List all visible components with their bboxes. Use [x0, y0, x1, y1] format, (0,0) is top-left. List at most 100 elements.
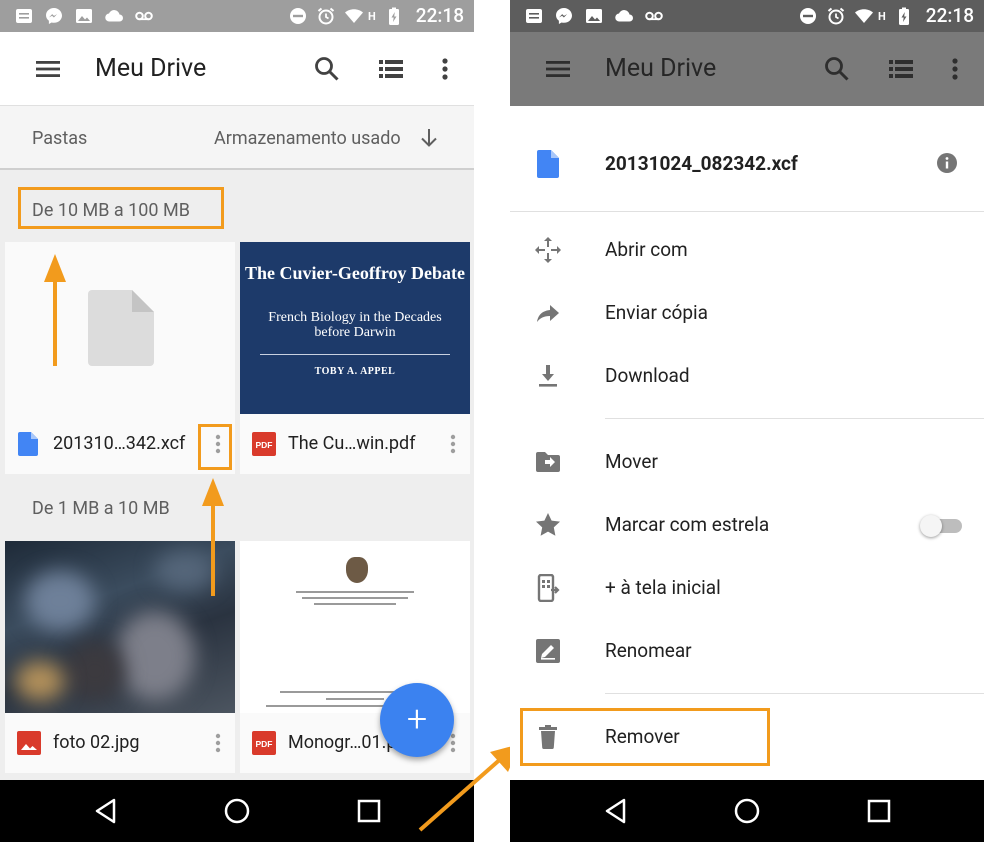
- alarm-icon: [317, 7, 335, 25]
- status-bar: H 22:18: [0, 0, 474, 32]
- list-view-icon[interactable]: [887, 55, 915, 83]
- book-title: The Cuvier-Geoffroy Debate: [245, 263, 465, 283]
- pdf-icon: PDF: [252, 731, 276, 755]
- book-author: TOBY A. APPEL: [314, 366, 396, 377]
- generic-file-icon: [88, 290, 154, 366]
- svg-text:PDF: PDF: [256, 739, 273, 749]
- sheet-header: 20131024_082342.xcf: [510, 106, 984, 212]
- menu-item-star[interactable]: Marcar com estrela: [510, 494, 984, 556]
- network-indicator: H: [878, 9, 886, 23]
- highlight-box: [198, 424, 232, 470]
- recents-icon[interactable]: [355, 797, 383, 825]
- menu-item-label: Renomear: [605, 639, 692, 662]
- sort-by-label[interactable]: Armazenamento usado: [214, 128, 401, 149]
- move-to-folder-icon: [536, 452, 560, 472]
- file-icon: [537, 150, 559, 178]
- do-not-disturb-icon: [290, 8, 306, 24]
- rename-icon: [536, 639, 560, 663]
- battery-charging-icon: [898, 7, 909, 25]
- more-vert-icon[interactable]: [205, 729, 231, 757]
- menu-item-label: Marcar com estrela: [605, 513, 770, 536]
- menu-icon[interactable]: [34, 55, 62, 83]
- page-title: Meu Drive: [605, 54, 717, 83]
- menu-item-add-to-home[interactable]: + à tela inicial: [510, 557, 984, 619]
- up-arrow-annotation: [202, 478, 224, 596]
- menu-item-label: Enviar cópia: [605, 301, 709, 324]
- clock: 22:18: [925, 4, 974, 27]
- messenger-icon: [556, 8, 572, 24]
- file-icon: [18, 432, 38, 456]
- menu-item-rename[interactable]: Renomear: [510, 620, 984, 682]
- wifi-icon: [855, 9, 873, 23]
- search-icon[interactable]: [313, 55, 341, 83]
- right-screen: H 22:18 Meu Drive 20131024_082342.xcf Ab…: [510, 0, 984, 842]
- svg-text:PDF: PDF: [256, 440, 273, 450]
- connector-arrow-annotation: [418, 744, 520, 832]
- more-vert-icon[interactable]: [941, 55, 969, 83]
- seal-logo: [346, 557, 368, 583]
- star-toggle[interactable]: [920, 515, 962, 537]
- home-icon[interactable]: [733, 797, 761, 825]
- app-toolbar: Meu Drive: [0, 32, 474, 106]
- section-header: De 1 MB a 10 MB: [32, 498, 170, 519]
- up-arrow-annotation: [44, 254, 66, 366]
- menu-item-download[interactable]: Download: [510, 345, 984, 407]
- search-icon[interactable]: [823, 55, 851, 83]
- info-icon[interactable]: [936, 152, 958, 174]
- menu-icon[interactable]: [544, 55, 572, 83]
- home-icon[interactable]: [223, 797, 251, 825]
- more-vert-icon[interactable]: [431, 55, 459, 83]
- highlight-box: [18, 187, 224, 229]
- selected-file-name: 20131024_082342.xcf: [605, 152, 798, 175]
- recents-icon[interactable]: [865, 797, 893, 825]
- page-title: Meu Drive: [95, 54, 207, 83]
- file-card[interactable]: The Cuvier-Geoffroy Debate French Biolog…: [240, 242, 470, 474]
- more-vert-icon[interactable]: [440, 430, 466, 458]
- voicemail-icon: [135, 11, 153, 21]
- back-icon[interactable]: [602, 797, 630, 825]
- pdf-icon: PDF: [252, 432, 276, 456]
- file-caption: PDF The Cu…win.pdf: [240, 414, 470, 474]
- cloud-icon: [615, 10, 633, 22]
- share-icon: [537, 305, 559, 322]
- file-caption: foto 02.jpg: [5, 713, 235, 773]
- sort-folders-label[interactable]: Pastas: [32, 128, 87, 149]
- file-name: The Cu…win.pdf: [288, 433, 416, 454]
- add-to-home-icon: [537, 574, 560, 602]
- menu-item-move[interactable]: Mover: [510, 431, 984, 493]
- navigation-bar: [510, 780, 984, 842]
- book-cover-thumbnail: The Cuvier-Geoffroy Debate French Biolog…: [240, 242, 470, 414]
- file-name: 201310…342.xcf: [53, 433, 186, 454]
- do-not-disturb-icon: [800, 8, 816, 24]
- sort-bar: Pastas Armazenamento usado: [0, 106, 474, 170]
- notes-icon: [526, 9, 542, 23]
- back-icon[interactable]: [92, 797, 120, 825]
- book-subtitle: French Biology in the Decades before Dar…: [268, 310, 442, 340]
- divider: [605, 693, 984, 694]
- alarm-icon: [827, 7, 845, 25]
- notes-icon: [16, 9, 32, 23]
- messenger-icon: [46, 8, 62, 24]
- clock: 22:18: [415, 4, 464, 27]
- voicemail-icon: [645, 11, 663, 21]
- navigation-bar: [0, 780, 474, 842]
- book-divider: [260, 354, 450, 355]
- battery-charging-icon: [388, 7, 399, 25]
- download-icon: [539, 365, 557, 387]
- menu-item-send-copy[interactable]: Enviar cópia: [510, 282, 984, 344]
- open-with-icon: [535, 237, 561, 263]
- left-screen: H 22:18 Meu Drive Pastas Armazenamento u…: [0, 0, 474, 842]
- file-name: foto 02.jpg: [53, 732, 140, 753]
- image-file-icon: [17, 731, 41, 755]
- image-icon: [76, 9, 92, 23]
- highlight-box: [520, 708, 770, 766]
- menu-item-label: + à tela inicial: [605, 576, 721, 599]
- cloud-icon: [105, 10, 123, 22]
- menu-item-label: Mover: [605, 450, 658, 473]
- wifi-icon: [345, 9, 363, 23]
- arrow-down-icon[interactable]: [418, 127, 440, 149]
- menu-item-open-with[interactable]: Abrir com: [510, 219, 984, 281]
- list-view-icon[interactable]: [377, 55, 405, 83]
- app-toolbar-dimmed: Meu Drive: [510, 32, 984, 106]
- menu-item-label: Abrir com: [605, 238, 688, 261]
